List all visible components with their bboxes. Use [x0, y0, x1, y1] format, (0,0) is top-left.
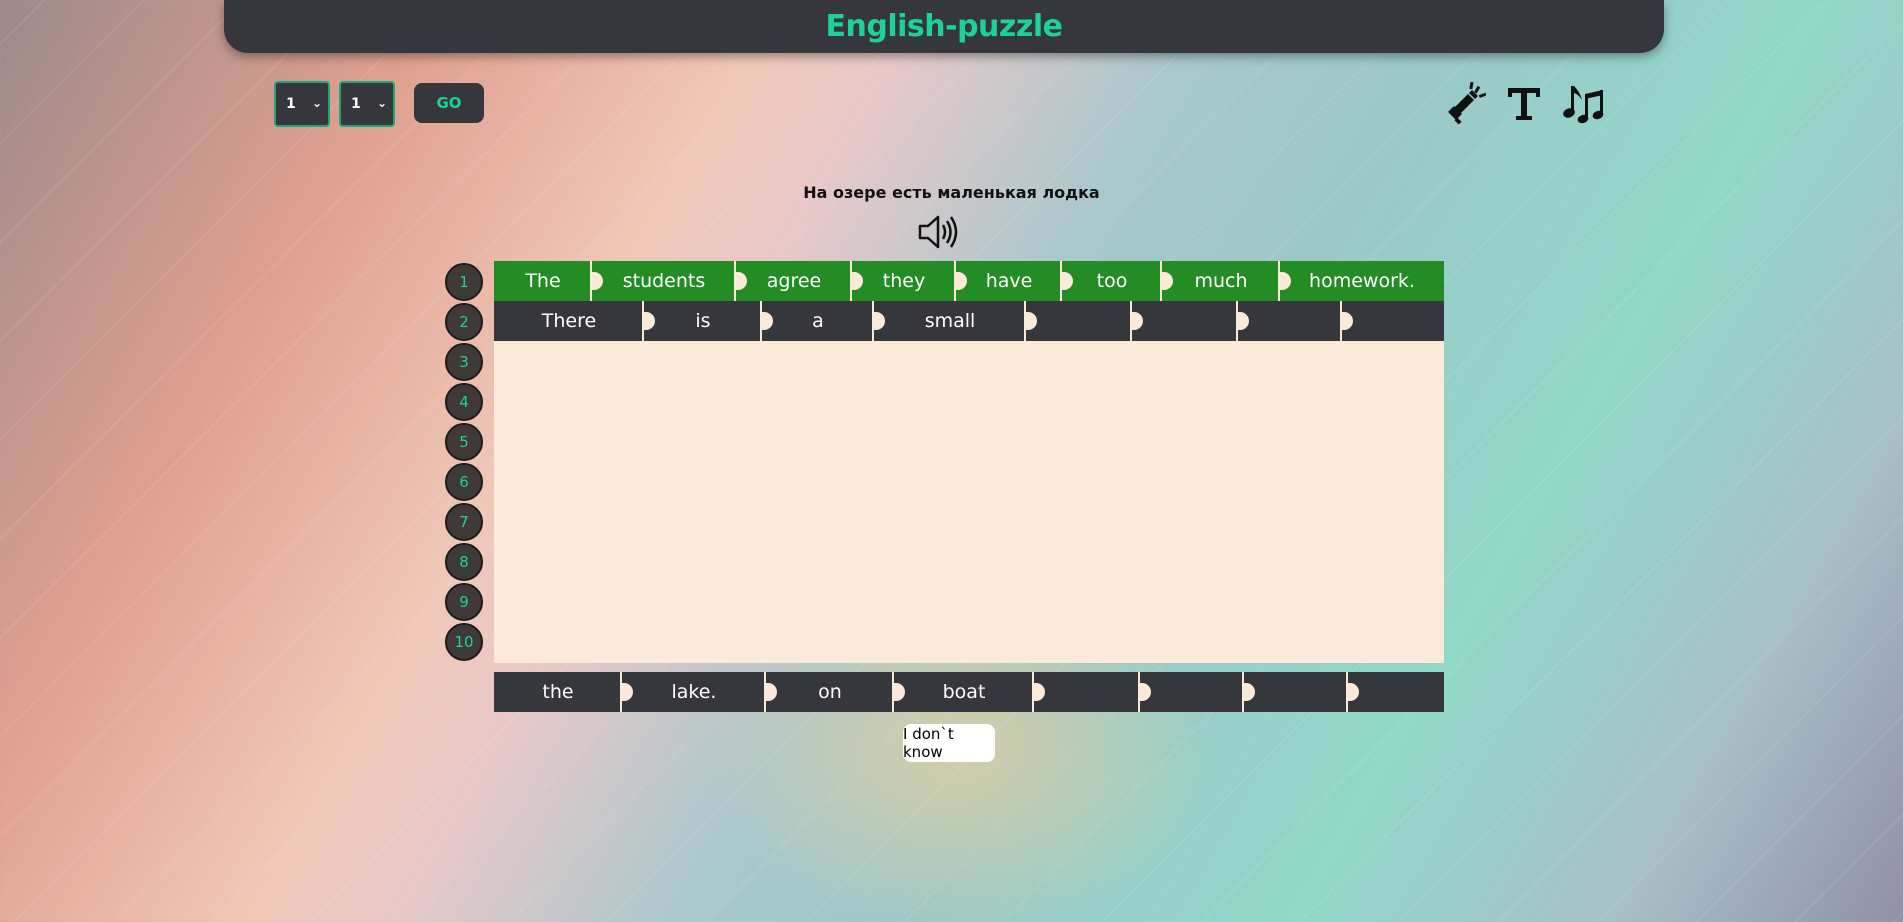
word-text: the — [542, 681, 574, 703]
puzzle-notch — [1237, 312, 1249, 330]
word-text: agree — [766, 270, 822, 292]
music-hint-icon[interactable] — [1562, 80, 1606, 126]
puzzle-notch — [1341, 312, 1353, 330]
row-number: 1 — [445, 263, 483, 301]
row-number: 10 — [445, 623, 483, 661]
puzzle-notch — [1131, 312, 1143, 330]
completed-word-piece: The — [494, 261, 592, 301]
page-select-value: 1 — [351, 96, 361, 112]
puzzle-notch — [1161, 272, 1173, 290]
placed-word-piece[interactable]: is — [643, 301, 762, 341]
word-text: small — [924, 310, 976, 332]
puzzle-notch — [873, 312, 885, 330]
row-number: 6 — [445, 463, 483, 501]
word-bank-piece[interactable]: on — [765, 672, 894, 712]
word-text: homework. — [1309, 270, 1415, 292]
current-row: There is a small — [494, 301, 1444, 341]
placed-word-piece[interactable]: a — [761, 301, 874, 341]
level-select[interactable]: 1 ⌄ — [274, 81, 330, 127]
empty-slot[interactable] — [1131, 301, 1238, 341]
puzzle-notch — [1347, 683, 1359, 701]
word-text: students — [622, 270, 706, 292]
word-text: too — [1096, 270, 1128, 292]
puzzle-notch — [591, 272, 603, 290]
word-text: have — [985, 270, 1033, 292]
row-number: 9 — [445, 583, 483, 621]
empty-slot[interactable] — [1139, 672, 1244, 712]
chevron-down-icon: ⌄ — [376, 96, 387, 110]
translation-hint: На озере есть маленькая лодка — [803, 183, 1100, 202]
puzzle-notch — [621, 683, 633, 701]
puzzle-notch — [1033, 683, 1045, 701]
app-header: English-puzzle — [224, 0, 1664, 53]
word-text: a — [812, 310, 824, 332]
word-bank: the lake. on boat — [494, 672, 1444, 712]
completed-word-piece: homework. — [1279, 261, 1444, 301]
puzzle-notch — [1061, 272, 1073, 290]
word-text: boat — [942, 681, 986, 703]
word-text: they — [882, 270, 926, 292]
puzzle-notch — [765, 683, 777, 701]
puzzle-notch — [1139, 683, 1151, 701]
row-number: 3 — [445, 343, 483, 381]
completed-word-piece: have — [955, 261, 1062, 301]
completed-row: The students agree they have too much homework. — [494, 261, 1444, 301]
puzzle-notch — [1279, 272, 1291, 290]
empty-slot[interactable] — [1033, 672, 1140, 712]
puzzle-notch — [643, 312, 655, 330]
row-number: 5 — [445, 423, 483, 461]
placed-word-piece[interactable]: There — [494, 301, 644, 341]
word-text: lake. — [671, 681, 717, 703]
puzzle-notch — [1243, 683, 1255, 701]
empty-slot[interactable] — [1347, 672, 1444, 712]
empty-slot[interactable] — [1025, 301, 1132, 341]
word-text: on — [818, 681, 842, 703]
puzzle-notch — [851, 272, 863, 290]
completed-word-piece: students — [591, 261, 736, 301]
completed-word-piece: much — [1161, 261, 1280, 301]
word-text: much — [1194, 270, 1248, 292]
chevron-down-icon: ⌄ — [311, 96, 322, 110]
app-title: English-puzzle — [825, 9, 1063, 44]
text-hint-icon[interactable] — [1502, 80, 1546, 126]
go-button[interactable]: GO — [414, 83, 484, 123]
empty-slot[interactable] — [1237, 301, 1342, 341]
row-number: 2 — [445, 303, 483, 341]
puzzle-notch — [735, 272, 747, 290]
completed-word-piece: agree — [735, 261, 852, 301]
puzzle-notch — [1025, 312, 1037, 330]
word-bank-piece[interactable]: boat — [893, 672, 1034, 712]
completed-word-piece: too — [1061, 261, 1162, 301]
empty-slot[interactable] — [1243, 672, 1348, 712]
puzzle-notch — [955, 272, 967, 290]
row-number: 8 — [445, 543, 483, 581]
word-bank-piece[interactable]: the — [494, 672, 622, 712]
word-bank-piece[interactable]: lake. — [621, 672, 766, 712]
completed-word-piece: they — [851, 261, 956, 301]
puzzle-notch — [893, 683, 905, 701]
row-number: 7 — [445, 503, 483, 541]
word-text: The — [525, 270, 561, 292]
level-select-value: 1 — [286, 96, 296, 112]
puzzle-notch — [761, 312, 773, 330]
placed-word-piece[interactable]: small — [873, 301, 1026, 341]
empty-slot[interactable] — [1341, 301, 1444, 341]
word-text: is — [695, 310, 711, 332]
word-text: There — [541, 310, 597, 332]
row-number: 4 — [445, 383, 483, 421]
pronounce-icon[interactable] — [916, 212, 960, 252]
page-select[interactable]: 1 ⌄ — [339, 81, 395, 127]
translation-hint-icon[interactable] — [1442, 80, 1486, 126]
dont-know-button[interactable]: I don`t know — [903, 724, 995, 762]
